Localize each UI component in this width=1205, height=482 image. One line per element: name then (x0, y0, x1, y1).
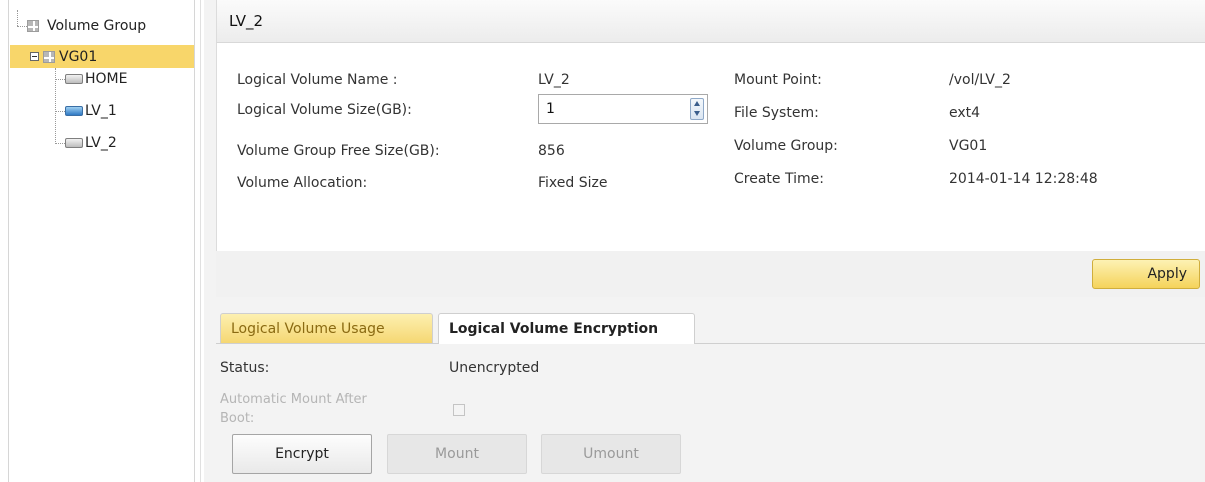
spinner-arrows[interactable] (690, 98, 704, 120)
hdd-icon (65, 74, 83, 84)
panel-header: LV_2 (216, 0, 1205, 43)
lv-size-spinner[interactable]: 1 (538, 94, 708, 124)
tree-connector (55, 111, 65, 112)
allocation-value: Fixed Size (538, 175, 608, 191)
detail-panel: LV_2 Logical Volume Name : LV_2 Logical … (204, 0, 1205, 482)
collapse-icon[interactable] (30, 52, 39, 61)
status-value: Unencrypted (449, 360, 540, 376)
tab-bar: Logical Volume Usage Logical Volume Encr… (216, 307, 1205, 344)
tree-item-label: HOME (85, 71, 128, 87)
increment-icon[interactable] (694, 101, 700, 106)
tree-item-lv2[interactable]: LV_2 (65, 132, 117, 154)
lv-size-label: Logical Volume Size(GB): (237, 102, 412, 118)
vg-free-label: Volume Group Free Size(GB): (237, 143, 440, 159)
create-time-value: 2014-01-14 12:28:48 (949, 171, 1098, 187)
apply-button[interactable]: Apply (1092, 259, 1200, 289)
tree-item-label: LV_2 (85, 135, 117, 151)
file-system-label: File System: (734, 105, 819, 121)
lv-name-value: LV_2 (538, 72, 570, 88)
tree-connector (55, 79, 65, 80)
volume-group-label: Volume Group: (734, 138, 838, 154)
vg-free-value: 856 (538, 143, 565, 159)
volume-group-icon (43, 50, 55, 63)
apply-bar: Apply (216, 251, 1205, 297)
volume-group-value: VG01 (949, 138, 988, 154)
automount-label-cont: Boot: (220, 411, 255, 426)
lv-name-label: Logical Volume Name : (237, 72, 398, 88)
tree-root-label: Volume Group (47, 18, 147, 34)
status-label: Status: (220, 360, 270, 376)
automount-label: Automatic Mount After (220, 392, 367, 407)
tab-logical-volume-encryption[interactable]: Logical Volume Encryption (438, 313, 695, 344)
mount-button[interactable]: Mount (387, 434, 527, 474)
tree-item-vg01-label: VG01 (59, 48, 98, 65)
volume-properties-form: Logical Volume Name : LV_2 Logical Volum… (216, 43, 1205, 251)
hdd-blue-icon (65, 106, 83, 116)
tree-item-vg01[interactable]: VG01 (10, 45, 194, 68)
file-system-value: ext4 (949, 105, 981, 121)
lv-size-value[interactable]: 1 (546, 101, 555, 117)
panel-divider (200, 0, 201, 482)
mount-point-value: /vol/LV_2 (949, 72, 1011, 88)
volume-tree: Volume Group VG01 HOME LV_1 LV_2 (8, 0, 195, 482)
volume-group-icon (27, 20, 39, 32)
tree-item-lv1[interactable]: LV_1 (65, 100, 117, 122)
tab-logical-volume-usage[interactable]: Logical Volume Usage (220, 313, 433, 343)
tree-item-home[interactable]: HOME (65, 68, 127, 90)
tree-connector (17, 26, 27, 27)
encryption-panel: Status: Unencrypted Automatic Mount Afte… (216, 344, 1205, 482)
decrement-icon[interactable] (694, 111, 700, 116)
encrypt-button[interactable]: Encrypt (232, 434, 372, 474)
automount-checkbox[interactable] (453, 404, 465, 416)
tree-connector (17, 10, 18, 26)
hdd-icon (65, 138, 83, 148)
allocation-label: Volume Allocation: (237, 175, 368, 191)
mount-point-label: Mount Point: (734, 72, 822, 88)
tree-root-volume-group[interactable]: Volume Group (27, 15, 146, 37)
tree-connector (55, 143, 65, 144)
tree-item-label: LV_1 (85, 103, 117, 119)
umount-button[interactable]: Umount (541, 434, 681, 474)
create-time-label: Create Time: (734, 171, 824, 187)
page-title: LV_2 (229, 12, 264, 30)
